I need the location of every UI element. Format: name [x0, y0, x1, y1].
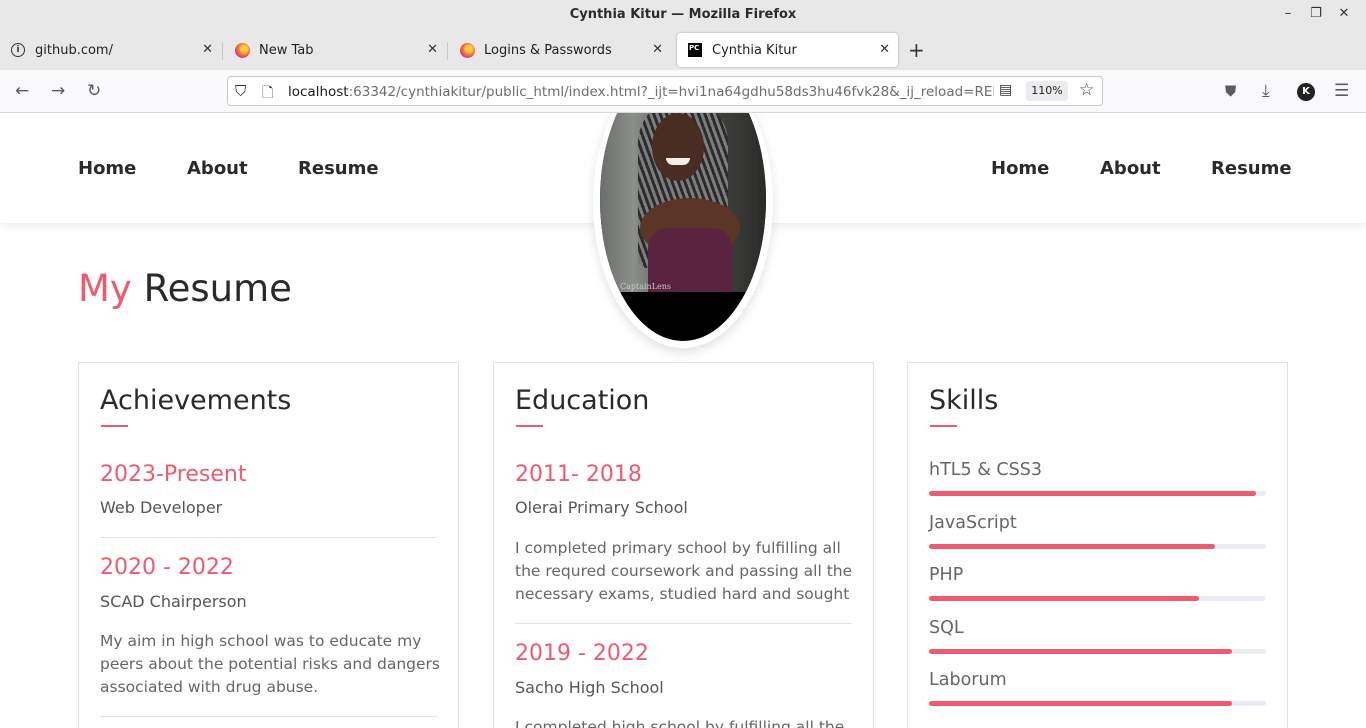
zoom-level[interactable]: 110% [1026, 81, 1068, 101]
back-arrow-icon[interactable]: ← [15, 81, 29, 101]
skill-progress-fill [929, 491, 1256, 496]
tab-strip: i github.com/ ✕ New Tab ✕ Logins & Passw… [0, 30, 1366, 70]
reload-icon[interactable]: ↻ [87, 81, 101, 101]
reader-view-icon[interactable]: ▤ [999, 82, 1012, 98]
divider [100, 537, 437, 538]
tab-label: Cynthia Kitur [712, 42, 797, 58]
pycharm-icon: PC _ [687, 42, 703, 61]
title-underline [930, 425, 957, 427]
skill-progress-fill [929, 543, 1216, 549]
skill-progress-bar [929, 701, 1266, 706]
skills-card: Skills hTL5 & CSS3 JavaScript PHP SQL Laboru… [907, 362, 1288, 728]
tab-label: New Tab [259, 42, 314, 58]
entry-description: My aim in high school was to educate my … [100, 632, 440, 696]
tab-new-tab[interactable]: New Tab ✕ [224, 33, 446, 67]
info-icon: i [10, 42, 26, 58]
hamburger-menu-icon[interactable]: ☰ [1334, 81, 1349, 101]
education-card: Education 2011- 2018 Olerai Primary Scho… [493, 362, 874, 728]
close-window-icon[interactable]: ✕ [1335, 6, 1353, 21]
tab-cynthia-kitur[interactable]: PC _ Cynthia Kitur ✕ [677, 33, 898, 67]
firefox-icon [234, 42, 250, 58]
close-tab-icon[interactable]: ✕ [879, 42, 890, 57]
skill-progress-fill [929, 701, 1233, 706]
url-bar[interactable]: ⛉ 🗋 localhost:63342/cynthiakitur/public_… [227, 76, 1103, 106]
entry-year: 2020 - 2022 [100, 555, 234, 580]
skill-progress-fill [929, 648, 1233, 654]
skill-label: hTL5 & CSS3 [929, 460, 1043, 480]
close-tab-icon[interactable]: ✕ [427, 42, 438, 57]
skill-progress-fill [929, 596, 1199, 601]
account-avatar[interactable]: K [1297, 83, 1315, 101]
window-titlebar: Cynthia Kitur — Mozilla Firefox – ❐ ✕ [0, 0, 1366, 30]
divider [515, 623, 852, 624]
card-title: Education [515, 385, 650, 416]
shield-icon[interactable]: ⛉ [235, 82, 246, 100]
skill-label: PHP [929, 565, 964, 585]
maximize-icon[interactable]: ❐ [1307, 6, 1325, 21]
entry-school: Olerai Primary School [515, 498, 688, 517]
navigation-toolbar: ← → ↻ ⛉ 🗋 localhost:63342/cynthiakitur/p… [0, 70, 1366, 113]
url-text[interactable]: localhost:63342/cynthiakitur/public_html… [288, 84, 994, 100]
firefox-icon [459, 42, 475, 58]
title-underline [101, 425, 128, 427]
nav-about-left[interactable]: About [187, 158, 248, 179]
entry-description: I completed high school by fulfilling al… [515, 718, 845, 728]
pocket-icon[interactable]: ⛊ [1225, 82, 1236, 100]
tab-label: github.com/ [35, 42, 113, 58]
forward-arrow-icon[interactable]: → [51, 81, 65, 101]
skill-progress-bar [929, 543, 1266, 549]
close-tab-icon[interactable]: ✕ [202, 42, 213, 57]
entry-role: SCAD Chairperson [100, 592, 247, 611]
entry-year: 2011- 2018 [515, 462, 642, 487]
tab-label: Logins & Passwords [484, 42, 612, 58]
skill-label: JavaScript [929, 512, 1017, 533]
entry-year: 2023-Present [100, 462, 247, 487]
photo-watermark: CaptainLens [620, 282, 672, 291]
divider [100, 716, 437, 717]
achievements-card: Achievements 2023-Present Web Developer … [78, 362, 459, 728]
nav-about-right[interactable]: About [1100, 158, 1161, 179]
nav-resume-left[interactable]: Resume [298, 158, 379, 179]
card-title: Achievements [100, 385, 292, 416]
bookmark-star-icon[interactable]: ☆ [1079, 80, 1094, 100]
window-title: Cynthia Kitur — Mozilla Firefox [569, 7, 797, 22]
page-icon[interactable]: 🗋 [262, 82, 273, 106]
tab-github[interactable]: i github.com/ ✕ [0, 33, 221, 67]
entry-description: I completed primary school by fulfilling… [515, 539, 853, 603]
nav-home-left[interactable]: Home [78, 158, 136, 179]
skill-progress-bar [929, 648, 1266, 654]
web-page: Home About Resume Home About Resume Capt… [0, 113, 1366, 728]
skill-progress-bar [929, 491, 1266, 496]
tab-logins[interactable]: Logins & Passwords ✕ [449, 33, 671, 67]
download-icon[interactable]: ⤓ [1262, 81, 1270, 101]
title-underline [516, 425, 543, 427]
skill-label: SQL [929, 617, 964, 638]
entry-year: 2019 - 2022 [515, 641, 649, 666]
profile-photo: CaptainLens [593, 113, 773, 348]
page-title: My Resume [78, 267, 292, 310]
entry-role: Web Developer [100, 498, 223, 517]
skill-progress-bar [929, 596, 1266, 601]
card-title: Skills [929, 385, 999, 416]
nav-home-right[interactable]: Home [991, 158, 1049, 179]
entry-school: Sacho High School [515, 678, 664, 697]
minimize-icon[interactable]: – [1279, 6, 1297, 21]
close-tab-icon[interactable]: ✕ [652, 42, 663, 57]
new-tab-plus-icon[interactable]: + [908, 38, 925, 62]
nav-resume-right[interactable]: Resume [1211, 158, 1292, 179]
skill-label: Laborum [929, 670, 1007, 690]
